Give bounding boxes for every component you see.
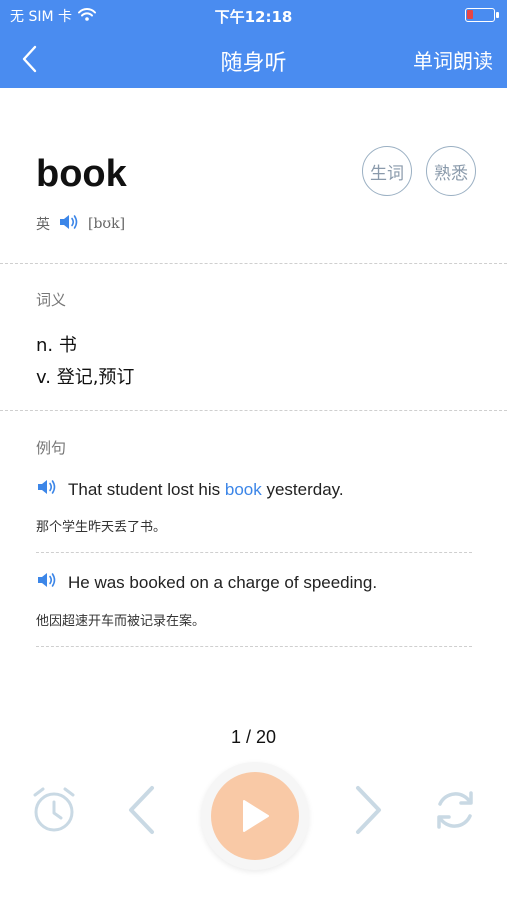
example-sentence: He was booked on a charge of speeding. (36, 571, 377, 594)
progress-counter: 1 / 20 (230, 727, 277, 747)
example-translation: 他因超速开车而被记录在案。 (36, 614, 206, 629)
definition-item: n. 书 (36, 335, 77, 356)
chevron-right-icon (356, 786, 381, 834)
familiar-button[interactable]: 熟悉 (426, 146, 476, 196)
status-time: 下午12:18 (214, 8, 293, 26)
divider (36, 552, 472, 553)
battery-icon (465, 8, 499, 22)
speaker-icon[interactable] (36, 478, 58, 501)
divider (36, 646, 472, 647)
nav-bar: 随身听 单词朗读 (0, 30, 507, 88)
definitions-heading: 词义 (36, 291, 67, 309)
previous-button[interactable] (124, 785, 158, 835)
divider (0, 263, 507, 264)
word-headword: book (36, 153, 127, 195)
pronunciation-row: 英 [bʊk] (36, 213, 125, 235)
divider (0, 410, 507, 411)
example-sentence: That student lost his book yesterday. (36, 478, 344, 501)
new-word-button[interactable]: 生词 (362, 146, 412, 196)
next-button[interactable] (352, 785, 386, 835)
speaker-icon[interactable] (58, 213, 80, 235)
accent-label: 英 (36, 217, 50, 233)
alarm-clock-icon[interactable] (30, 785, 78, 835)
top-bar: 无 SIM 卡 下午12:18 随身听 单词朗读 (0, 0, 507, 88)
definition-item: v. 登记,预订 (36, 367, 135, 388)
play-button[interactable] (201, 762, 309, 870)
example-translation: 那个学生昨天丢了书。 (36, 520, 167, 535)
examples-heading: 例句 (36, 439, 67, 457)
play-button-face (211, 772, 299, 860)
status-bar: 无 SIM 卡 下午12:18 (0, 0, 507, 30)
phonetic-text: [bʊk] (88, 216, 126, 232)
word-reading-button[interactable]: 单词朗读 (413, 45, 493, 74)
example-text: That student lost his book yesterday. (68, 479, 344, 499)
play-icon (243, 800, 269, 832)
chevron-left-icon (129, 786, 154, 834)
example-text: He was booked on a charge of speeding. (68, 572, 378, 592)
speaker-icon[interactable] (36, 571, 58, 594)
highlighted-word: book (224, 479, 262, 499)
repeat-icon[interactable] (430, 785, 480, 835)
